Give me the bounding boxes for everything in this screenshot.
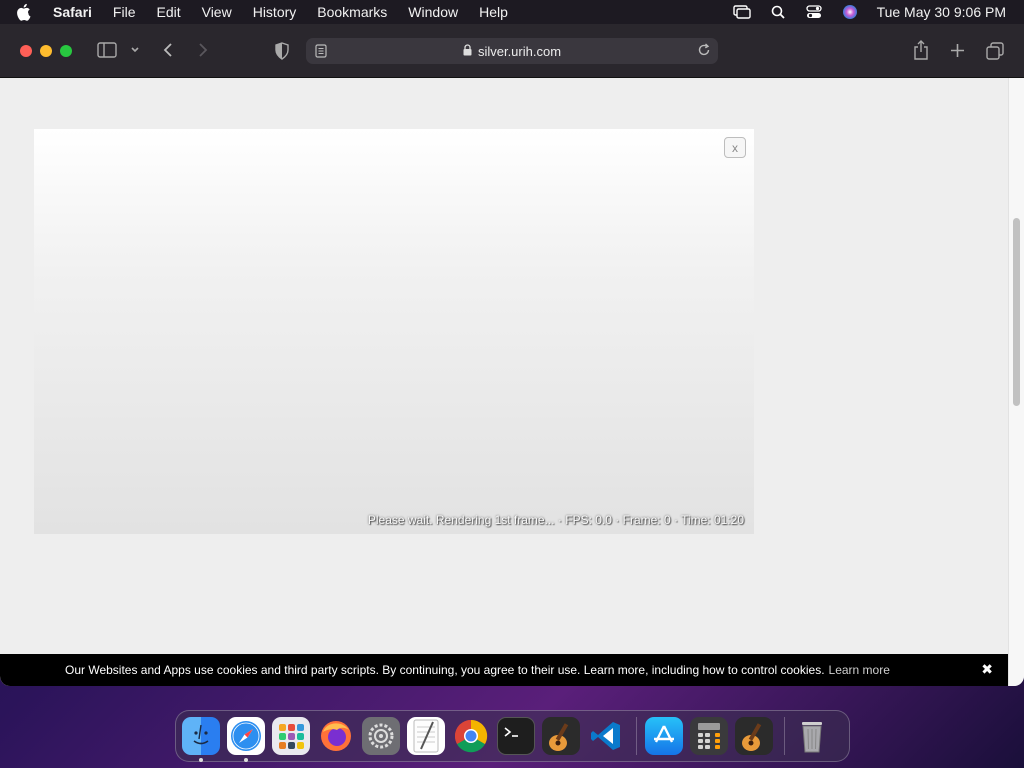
- textedit-icon[interactable]: [407, 717, 445, 755]
- player-close-button[interactable]: x: [724, 137, 746, 158]
- menu-bookmarks[interactable]: Bookmarks: [317, 4, 387, 20]
- sidebar-toggle-icon[interactable]: [97, 42, 117, 58]
- forward-icon[interactable]: [197, 42, 209, 58]
- reader-view-icon[interactable]: [315, 44, 327, 61]
- cookie-banner: Our Websites and Apps use cookies and th…: [0, 654, 1008, 686]
- cookie-close-button[interactable]: ✖: [981, 661, 993, 678]
- menu-edit[interactable]: Edit: [156, 4, 180, 20]
- safari-window: silver.urih.com x Please wait. Rendering…: [0, 24, 1024, 686]
- running-indicator: [244, 758, 248, 762]
- browser-toolbar: silver.urih.com: [0, 24, 1024, 78]
- address-bar[interactable]: silver.urih.com: [306, 38, 718, 64]
- siri-icon[interactable]: [841, 4, 859, 20]
- calculator-icon[interactable]: [690, 717, 728, 755]
- dock-separator: [636, 717, 637, 755]
- garageband-icon[interactable]: [542, 717, 580, 755]
- share-icon[interactable]: [913, 40, 929, 60]
- privacy-shield-icon[interactable]: [274, 42, 290, 60]
- menu-history[interactable]: History: [253, 4, 297, 20]
- screen-mirroring-icon[interactable]: [732, 4, 751, 20]
- back-icon[interactable]: [162, 42, 174, 58]
- scrollbar-thumb[interactable]: [1013, 218, 1020, 406]
- menu-help[interactable]: Help: [479, 4, 508, 20]
- system-settings-icon[interactable]: [362, 717, 400, 755]
- dock: [175, 710, 850, 762]
- menubar-clock[interactable]: Tue May 30 9:06 PM: [877, 4, 1006, 20]
- dock-separator: [784, 717, 785, 755]
- vscode-icon[interactable]: [587, 717, 625, 755]
- menu-file[interactable]: File: [113, 4, 136, 20]
- menu-window[interactable]: Window: [408, 4, 458, 20]
- window-minimize-button[interactable]: [40, 45, 52, 57]
- cookie-banner-text: Our Websites and Apps use cookies and th…: [65, 663, 825, 677]
- firefox-icon[interactable]: [317, 717, 355, 755]
- safari-icon[interactable]: [227, 717, 265, 762]
- window-close-button[interactable]: [20, 45, 32, 57]
- menu-view[interactable]: View: [202, 4, 232, 20]
- render-player[interactable]: x Please wait. Rendering 1st frame... · …: [34, 129, 754, 534]
- new-tab-icon[interactable]: [950, 43, 965, 58]
- tab-overview-icon[interactable]: [986, 42, 1004, 60]
- trash-icon[interactable]: [793, 717, 831, 755]
- url-text: silver.urih.com: [477, 43, 562, 59]
- control-center-icon[interactable]: [805, 4, 823, 20]
- running-indicator: [199, 758, 203, 762]
- chevron-down-icon[interactable]: [130, 46, 140, 54]
- window-zoom-button[interactable]: [60, 45, 72, 57]
- menu-bar: Safari File Edit View History Bookmarks …: [0, 0, 1024, 24]
- vertical-scrollbar[interactable]: [1008, 78, 1024, 686]
- terminal-icon[interactable]: [497, 717, 535, 755]
- finder-icon[interactable]: [182, 717, 220, 762]
- web-content: x Please wait. Rendering 1st frame... · …: [0, 78, 1008, 686]
- render-status-text: Please wait. Rendering 1st frame... · FP…: [367, 513, 744, 527]
- chrome-icon[interactable]: [452, 717, 490, 755]
- menu-app-safari[interactable]: Safari: [53, 4, 92, 20]
- garageband-2-icon[interactable]: [735, 717, 773, 755]
- learn-more-link[interactable]: Learn more: [829, 663, 890, 677]
- lock-icon: [463, 43, 472, 59]
- apple-menu-icon[interactable]: [17, 3, 33, 21]
- reload-icon[interactable]: [697, 43, 711, 60]
- spotlight-search-icon[interactable]: [769, 4, 787, 20]
- launchpad-icon[interactable]: [272, 717, 310, 755]
- app-store-icon[interactable]: [645, 717, 683, 755]
